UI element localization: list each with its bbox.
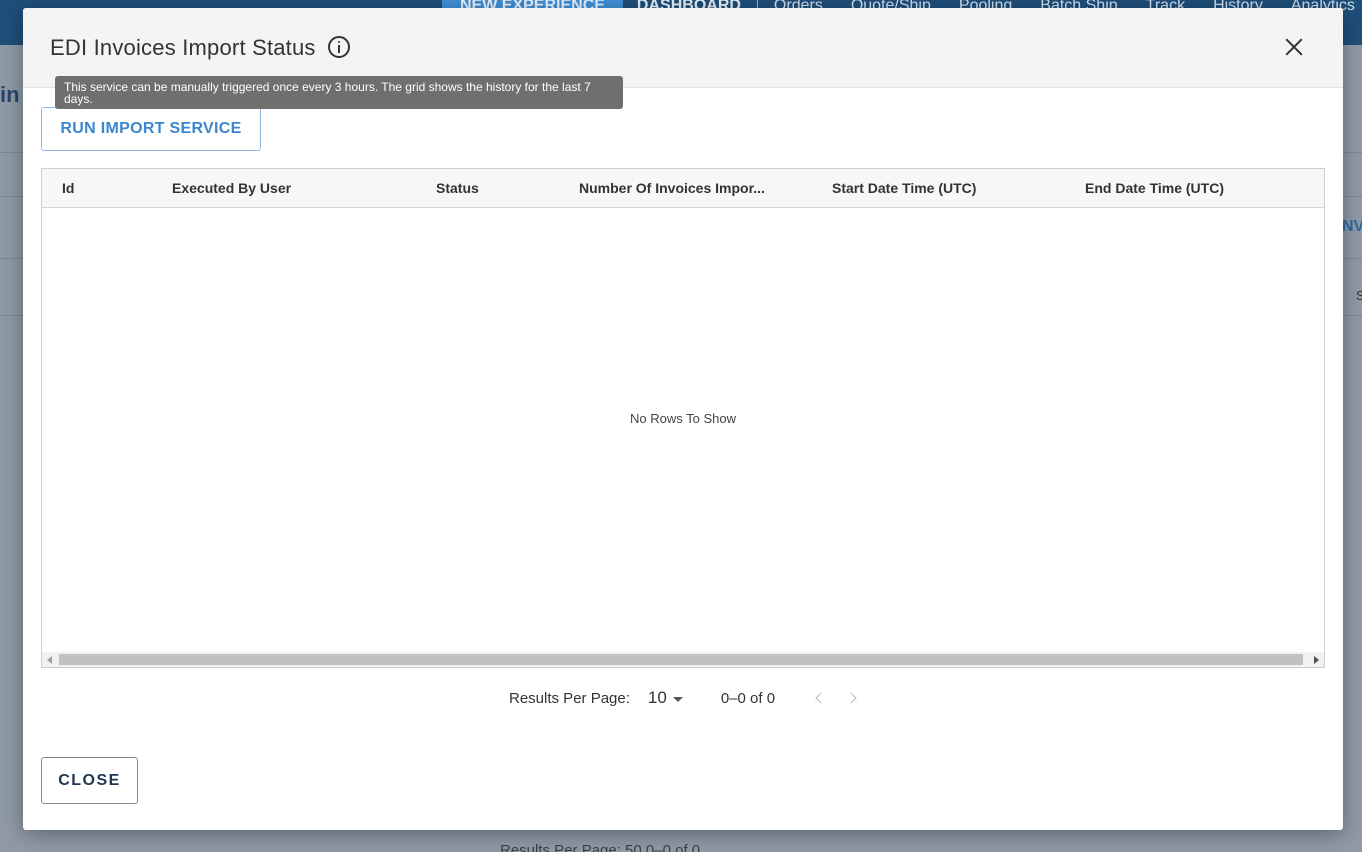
column-header-id[interactable]: Id [62,169,162,208]
background-page-title: in [0,82,20,107]
column-header-start-date-time[interactable]: Start Date Time (UTC) [832,169,1052,208]
column-header-number-of-invoices[interactable]: Number Of Invoices Impor... [579,169,779,208]
scroll-left-arrow-icon[interactable] [47,656,52,664]
background-pager: Results Per Page: 50 0–0 of 0 [500,842,701,852]
dialog-title: EDI Invoices Import Status [50,35,316,60]
close-x-icon[interactable] [1284,37,1304,57]
run-import-service-button[interactable]: RUN IMPORT SERVICE [41,107,261,151]
chevron-left-icon[interactable] [815,692,827,704]
grid-header: Id Executed By User Status Number Of Inv… [42,169,1324,208]
info-tooltip: This service can be manually triggered o… [55,76,623,109]
scrollbar-thumb[interactable] [59,654,1303,665]
page-size-select[interactable]: 10 [648,688,667,708]
horizontal-scrollbar[interactable] [42,652,1324,667]
background-right-label: NV [1342,218,1362,235]
column-header-status[interactable]: Status [436,169,566,208]
edi-import-status-dialog: EDI Invoices Import Status This service … [23,8,1343,830]
column-header-end-date-time[interactable]: End Date Time (UTC) [1085,169,1305,208]
close-button[interactable]: CLOSE [41,757,138,804]
import-history-grid: Id Executed By User Status Number Of Inv… [41,168,1325,668]
results-per-page-label: Results Per Page: [509,689,630,707]
page-range: 0–0 of 0 [720,689,776,707]
grid-pager: Results Per Page: 10 0–0 of 0 [509,688,877,708]
background-right-label: S [1356,288,1362,303]
scroll-right-arrow-icon[interactable] [1314,656,1319,664]
column-header-executed-by-user[interactable]: Executed By User [172,169,412,208]
grid-body: No Rows To Show [42,208,1324,652]
caret-down-icon[interactable] [672,696,683,702]
chevron-right-icon[interactable] [845,692,857,704]
no-rows-message: No Rows To Show [630,411,736,426]
info-circle-icon[interactable] [328,36,350,58]
